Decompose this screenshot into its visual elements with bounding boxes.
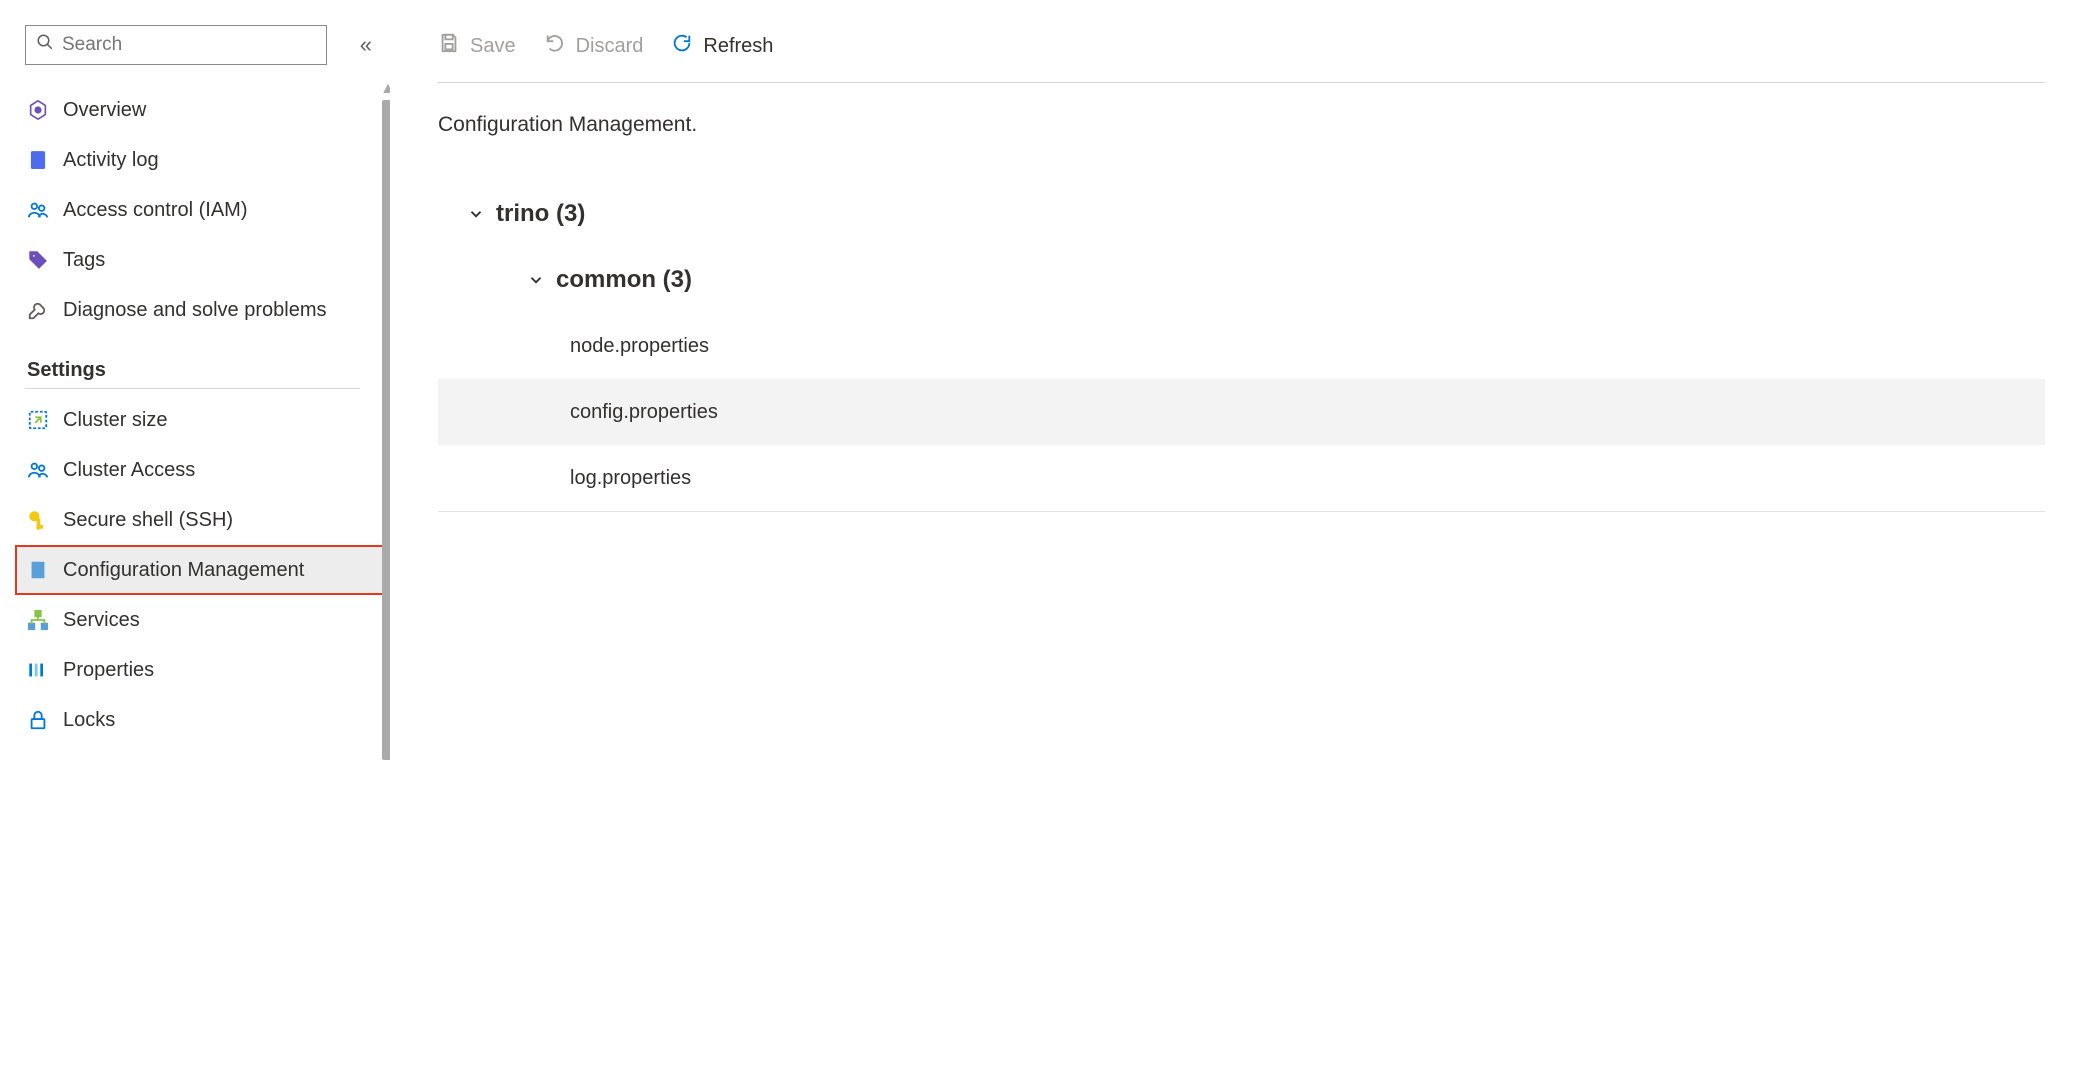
toolbar: Save Discard Refresh [438,32,2045,83]
tree-node-trino[interactable]: trino (3) [438,181,2045,247]
toolbar-label: Discard [576,35,644,58]
sidebar-item-label: Properties [63,659,154,682]
section-header-settings: Settings [25,359,390,382]
sidebar-item-label: Tags [63,249,105,272]
search-input[interactable] [62,34,316,56]
sidebar-item-diagnose[interactable]: Diagnose and solve problems [25,285,390,335]
tree-node-label: common (3) [556,266,692,294]
sidebar-item-properties[interactable]: Properties [25,645,390,695]
key-icon [27,509,49,531]
save-button: Save [438,32,516,60]
people-icon [27,459,49,481]
sidebar-item-ssh[interactable]: Secure shell (SSH) [25,495,390,545]
sidebar-item-label: Diagnose and solve problems [63,299,327,322]
sidebar-item-label: Cluster size [63,409,167,432]
tree-leaf-label: config.properties [570,401,718,424]
sidebar-item-label: Services [63,609,140,632]
sidebar-item-label: Access control (IAM) [63,199,247,222]
sidebar-item-activity-log[interactable]: Activity log [25,135,390,185]
network-icon [27,609,49,631]
search-row: « [25,25,390,65]
refresh-icon [671,32,693,60]
tree-leaf-log-properties[interactable]: log.properties [438,445,2045,511]
tree-leaf-label: node.properties [570,335,709,358]
sidebar-item-services[interactable]: Services [25,595,390,645]
sidebar-scrollbar[interactable]: ▲ [380,80,390,762]
sidebar-item-overview[interactable]: Overview [25,85,390,135]
tag-icon [27,249,49,271]
tree-leaf-config-properties[interactable]: config.properties [438,379,2045,445]
properties-icon [27,659,49,681]
divider [438,511,2045,512]
sidebar-item-label: Secure shell (SSH) [63,509,233,532]
tree-node-label: trino (3) [496,200,585,228]
discard-button: Discard [544,32,644,60]
resize-icon [27,409,49,431]
sidebar-item-label: Locks [63,709,115,732]
search-box[interactable] [25,25,327,65]
sidebar-item-configuration-management[interactable]: Configuration Management [15,545,390,595]
sidebar-item-label: Cluster Access [63,459,195,482]
save-icon [438,32,460,60]
search-icon [36,33,54,57]
sidebar: « Overview Activity log Access control (… [0,0,390,1074]
chevron-down-icon [456,205,496,223]
config-tree: trino (3) common (3) node.properties con… [438,181,2045,512]
sidebar-item-cluster-access[interactable]: Cluster Access [25,445,390,495]
sidebar-item-label: Activity log [63,149,159,172]
toolbar-label: Save [470,35,516,58]
wrench-icon [27,299,49,321]
scroll-thumb[interactable] [382,100,391,760]
collapse-sidebar-icon[interactable]: « [360,32,372,58]
sidebar-item-label: Overview [63,99,146,122]
people-icon [27,199,49,221]
page-description: Configuration Management. [438,113,2045,137]
document-icon [27,559,49,581]
scroll-up-icon[interactable]: ▲ [380,80,390,98]
tree-node-common[interactable]: common (3) [438,247,2045,313]
tree-leaf-node-properties[interactable]: node.properties [438,313,2045,379]
log-icon [27,149,49,171]
toolbar-label: Refresh [703,35,773,58]
sidebar-item-cluster-size[interactable]: Cluster size [25,395,390,445]
divider [25,388,360,389]
undo-icon [544,32,566,60]
sidebar-item-tags[interactable]: Tags [25,235,390,285]
main-panel: Save Discard Refresh Configuration Manag… [390,0,2085,1074]
lock-icon [27,709,49,731]
tree-leaf-label: log.properties [570,467,691,490]
sidebar-item-access-control[interactable]: Access control (IAM) [25,185,390,235]
hexagon-cluster-icon [27,99,49,121]
refresh-button[interactable]: Refresh [671,32,773,60]
chevron-down-icon [516,271,556,289]
sidebar-item-locks[interactable]: Locks [25,695,390,745]
sidebar-item-label: Configuration Management [63,559,304,582]
